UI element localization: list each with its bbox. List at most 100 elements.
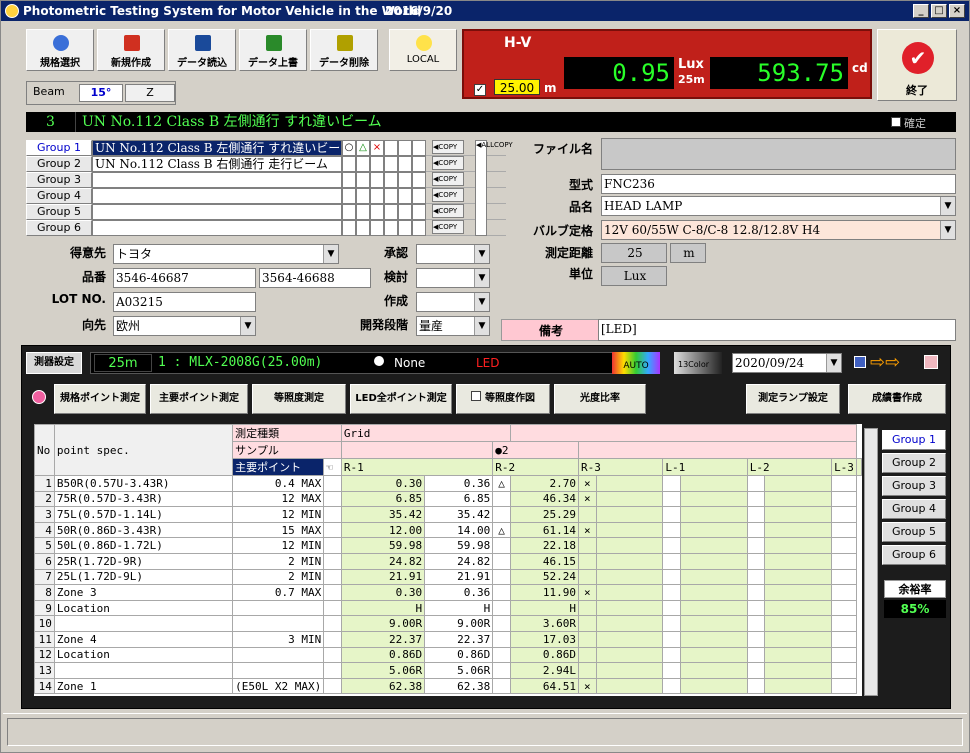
group-mark-cell[interactable] [398, 172, 412, 188]
side-group-button[interactable]: Group 4 [882, 499, 946, 519]
group-mark-cell[interactable]: ○ [342, 140, 356, 156]
table-row[interactable]: 1 B50R(0.57U-3.43R) 0.4 MAX 0.30 0.36 △ 2.70 × [34, 475, 862, 492]
distance-value[interactable]: 25.00 [494, 79, 540, 95]
notes-input[interactable]: [LED] [598, 319, 956, 341]
side-group-button[interactable]: Group 6 [882, 545, 946, 565]
table-row[interactable]: 11 Zone 43 MIN 22.37 22.37 17.03 [34, 630, 862, 648]
date-select[interactable]: 2020/09/24 [732, 353, 842, 373]
toolbar-button-4[interactable]: データ上書 [239, 29, 307, 71]
destination-select[interactable]: 欧州 [113, 316, 256, 336]
part-number-input-1[interactable]: 3546-46687 [113, 268, 256, 288]
group-name[interactable] [92, 204, 342, 220]
group-mark-cell[interactable] [398, 204, 412, 220]
device-settings-button[interactable]: 測器設定 [26, 352, 82, 374]
measure-type-value[interactable]: Grid [340, 424, 511, 442]
create-select[interactable] [416, 292, 490, 312]
product-name-select[interactable]: HEAD LAMP [601, 196, 956, 216]
group-mark-cell[interactable] [412, 140, 426, 156]
table-row[interactable]: 8 Zone 3 0.7 MAX 0.30 0.36 11.90 × [34, 584, 862, 601]
file-name-field[interactable] [601, 138, 956, 170]
model-input[interactable]: FNC236 [601, 174, 956, 194]
group-name[interactable] [92, 188, 342, 204]
sample-col-header[interactable]: L-3 [831, 458, 857, 476]
side-group-button[interactable]: Group 5 [882, 522, 946, 542]
group-name[interactable]: UN No.112 Class B 左側通行 すれ違いビーム [92, 140, 342, 169]
sample-col-header[interactable]: R-2 [492, 458, 580, 476]
group-mark-cell[interactable] [412, 156, 426, 172]
copy-button[interactable]: ◀COPY [432, 188, 464, 202]
group-mark-cell[interactable] [384, 220, 398, 236]
group-mark-cell[interactable] [342, 188, 356, 204]
group-mark-cell[interactable] [398, 220, 412, 236]
group-name[interactable] [92, 172, 342, 188]
group-mark-cell[interactable] [356, 220, 370, 236]
group-mark-cell[interactable] [398, 140, 412, 156]
group-button[interactable]: Group 1 [26, 140, 92, 156]
toolbar-button-3[interactable]: データ読込 [168, 29, 236, 71]
review-select[interactable] [416, 268, 490, 288]
group-mark-cell[interactable] [370, 172, 384, 188]
table-row[interactable]: 7 25L(1.72D-9L) 2 MIN 21.91 21.91 52.24 [34, 568, 862, 586]
group-mark-cell[interactable] [384, 204, 398, 220]
table-row[interactable]: 5 50L(0.86D-1.72L) 12 MIN 59.98 59.98 22.18 [34, 537, 862, 554]
group-name[interactable] [92, 220, 342, 236]
group-mark-cell[interactable] [356, 188, 370, 204]
toolbar-button-1[interactable]: 規格選択 [26, 29, 94, 71]
minimize-button[interactable]: _ [913, 4, 929, 18]
toolbar-button-5[interactable]: データ削除 [310, 29, 378, 71]
group-button[interactable]: Group 5 [26, 204, 92, 220]
group-button[interactable]: Group 3 [26, 172, 92, 188]
group-mark-cell[interactable]: × [370, 140, 384, 156]
copy-button[interactable]: ◀COPY [432, 156, 464, 170]
sample-col-header[interactable]: R-1 [340, 458, 494, 476]
copy-button[interactable]: ◀COPY [432, 220, 464, 234]
beam-angle-button[interactable]: 15° [79, 84, 123, 102]
group-button[interactable]: Group 4 [26, 188, 92, 204]
distance-checkbox[interactable]: ✓ [474, 81, 486, 96]
close-button[interactable]: × [949, 4, 965, 18]
measure-button-6[interactable]: 光度比率 [554, 384, 646, 414]
beam-mode-button[interactable]: Z [125, 84, 175, 102]
toolbar-button-2[interactable]: 新規作成 [97, 29, 165, 71]
group-mark-cell[interactable] [384, 140, 398, 156]
measure-button-7[interactable]: 測定ランプ設定 [746, 384, 840, 414]
measure-button-8[interactable]: 成績書作成 [848, 384, 946, 414]
customer-select[interactable]: トヨタ [113, 244, 339, 264]
toolbar-button-6[interactable]: LOCAL [389, 29, 457, 71]
copy-button[interactable]: ◀COPY [432, 140, 464, 154]
table-row[interactable]: 13 5.06R 5.06R 2.94L [34, 662, 862, 679]
target-color-icon[interactable] [924, 355, 938, 369]
exit-button[interactable]: ✔ 終了 [877, 29, 957, 101]
group-mark-cell[interactable] [412, 188, 426, 204]
measure-button-1[interactable]: 規格ポイント測定 [54, 384, 146, 414]
group-mark-cell[interactable] [370, 204, 384, 220]
group-mark-cell[interactable] [398, 156, 412, 172]
side-group-button[interactable]: Group 3 [882, 476, 946, 496]
table-row[interactable]: 10 9.00R 9.00R 3.60R [34, 615, 862, 632]
group-mark-cell[interactable] [342, 156, 356, 172]
table-row[interactable]: 4 50R(0.86D-3.43R) 15 MAX 12.00 14.00 △ 61.14 × [34, 521, 862, 539]
approve-select[interactable] [416, 244, 490, 264]
group-mark-cell[interactable] [384, 156, 398, 172]
all-copy-button[interactable]: ◀ALLCOPY [475, 140, 513, 236]
group-mark-cell[interactable] [370, 188, 384, 204]
table-row[interactable]: 2 75R(0.57D-3.43R) 12 MAX 6.85 6.85 46.34 × [34, 490, 862, 508]
group-mark-cell[interactable] [342, 172, 356, 188]
maximize-button[interactable]: □ [931, 4, 947, 18]
table-row[interactable]: 9 Location H H H [34, 599, 862, 617]
group-mark-cell[interactable] [398, 188, 412, 204]
copy-button[interactable]: ◀COPY [432, 172, 464, 186]
auto-color-button[interactable]: AUTO [612, 352, 660, 374]
table-row[interactable]: 14 Zone 1 (E50L X2 MAX) 62.38 62.38 64.51 × [34, 677, 862, 695]
measure-button-3[interactable]: 等照度測定 [252, 384, 346, 414]
measure-button-4[interactable]: LED全ポイント測定 [350, 384, 452, 414]
table-row[interactable]: 6 25R(1.72D-9R) 2 MIN 24.82 24.82 46.15 [34, 552, 862, 570]
group-mark-cell[interactable] [370, 156, 384, 172]
group-mark-cell[interactable] [356, 156, 370, 172]
sample-col-header[interactable]: L-2 [746, 458, 833, 476]
group-button[interactable]: Group 2 [26, 156, 92, 172]
sample-col-header[interactable]: R-3 [578, 458, 664, 476]
group-mark-cell[interactable]: △ [356, 140, 370, 156]
side-group-button[interactable]: Group 1 [882, 430, 946, 450]
confirm-checkbox[interactable]: 確定 [890, 114, 926, 134]
